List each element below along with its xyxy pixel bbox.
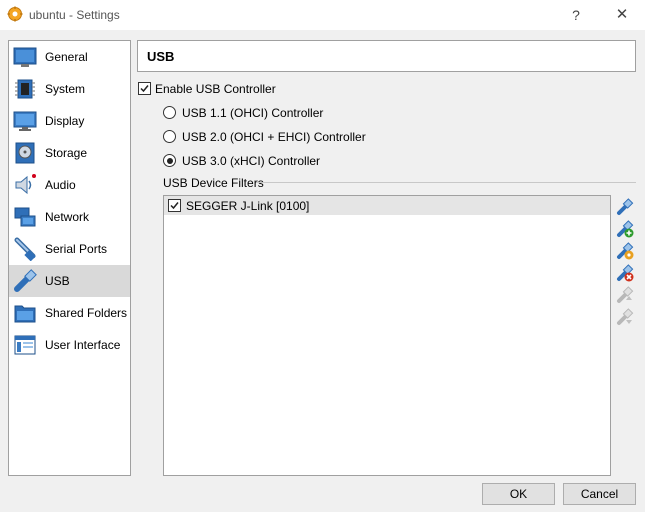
radio-usb-2-0-label[interactable]: USB 2.0 (OHCI + EHCI) Controller <box>182 130 366 144</box>
move-down-icon[interactable] <box>616 308 634 326</box>
storage-disk-icon <box>15 142 35 164</box>
radio-usb-2-0[interactable] <box>163 130 176 143</box>
cancel-button[interactable]: Cancel <box>563 483 636 505</box>
sidebar-item-label: Display <box>45 114 85 128</box>
radio-usb-3-0[interactable] <box>163 154 176 167</box>
system-chip-icon <box>15 79 35 99</box>
sidebar-item-label: Network <box>45 210 90 224</box>
sidebar-item-label: System <box>45 82 86 96</box>
sidebar-item-usb[interactable]: USB <box>9 265 130 297</box>
sidebar-item-user-interface[interactable]: User Interface <box>9 329 130 361</box>
audio-speaker-icon <box>15 174 36 195</box>
display-monitor-icon <box>13 111 37 131</box>
sidebar-item-label: General <box>45 50 88 64</box>
sidebar-item-serial-ports[interactable]: Serial Ports <box>9 233 130 265</box>
title-bar: ubuntu - Settings ? ✕ <box>0 0 645 30</box>
sidebar-item-storage[interactable]: Storage <box>9 137 130 169</box>
window-title: ubuntu - Settings <box>29 8 120 22</box>
filter-name: SEGGER J-Link [0100] <box>186 199 310 213</box>
move-up-icon[interactable] <box>616 286 634 304</box>
help-button[interactable]: ? <box>553 0 599 30</box>
settings-gear-icon <box>7 6 23 22</box>
sidebar-item-audio[interactable]: Audio <box>9 169 130 201</box>
usb-filters-label: USB Device Filters <box>163 176 264 190</box>
list-item[interactable]: SEGGER J-Link [0100] <box>164 196 610 215</box>
sidebar-item-label: Serial Ports <box>45 242 108 256</box>
sidebar-item-label: User Interface <box>45 338 121 352</box>
sidebar-item-label: USB <box>45 274 70 288</box>
settings-sidebar: General System Display Storage Audio Net… <box>8 40 131 476</box>
general-icon <box>13 47 37 67</box>
sidebar-item-display[interactable]: Display <box>9 105 130 137</box>
radio-usb-1-1[interactable] <box>163 106 176 119</box>
sidebar-item-general[interactable]: General <box>9 41 130 73</box>
radio-usb-3-0-label[interactable]: USB 3.0 (xHCI) Controller <box>182 154 320 168</box>
filter-enabled-checkbox[interactable] <box>168 199 181 212</box>
shared-folder-icon <box>14 305 36 323</box>
add-filter-icon[interactable] <box>616 198 634 216</box>
sidebar-item-network[interactable]: Network <box>9 201 130 233</box>
usb-filter-list[interactable]: SEGGER J-Link [0100] <box>163 195 611 476</box>
sidebar-item-shared-folders[interactable]: Shared Folders <box>9 297 130 329</box>
group-divider <box>256 182 636 183</box>
radio-usb-1-1-label[interactable]: USB 1.1 (OHCI) Controller <box>182 106 323 120</box>
sidebar-item-label: Audio <box>45 178 76 192</box>
sidebar-item-system[interactable]: System <box>9 73 130 105</box>
ok-button[interactable]: OK <box>482 483 555 505</box>
sidebar-item-label: Storage <box>45 146 88 160</box>
checkmark-icon <box>170 202 179 210</box>
sidebar-item-label: Shared Folders <box>45 306 128 320</box>
add-from-device-icon[interactable] <box>616 220 634 238</box>
enable-usb-label[interactable]: Enable USB Controller <box>155 82 276 96</box>
page-header: USB <box>137 40 636 72</box>
checkmark-icon <box>140 85 149 93</box>
user-interface-icon <box>14 335 36 355</box>
close-button[interactable]: ✕ <box>599 0 645 30</box>
serial-port-icon <box>14 237 36 261</box>
enable-usb-checkbox[interactable] <box>138 82 151 95</box>
network-icon <box>14 207 36 227</box>
page-title: USB <box>147 49 175 64</box>
usb-icon <box>14 269 37 292</box>
edit-filter-icon[interactable] <box>616 242 634 260</box>
remove-filter-icon[interactable] <box>616 264 634 282</box>
